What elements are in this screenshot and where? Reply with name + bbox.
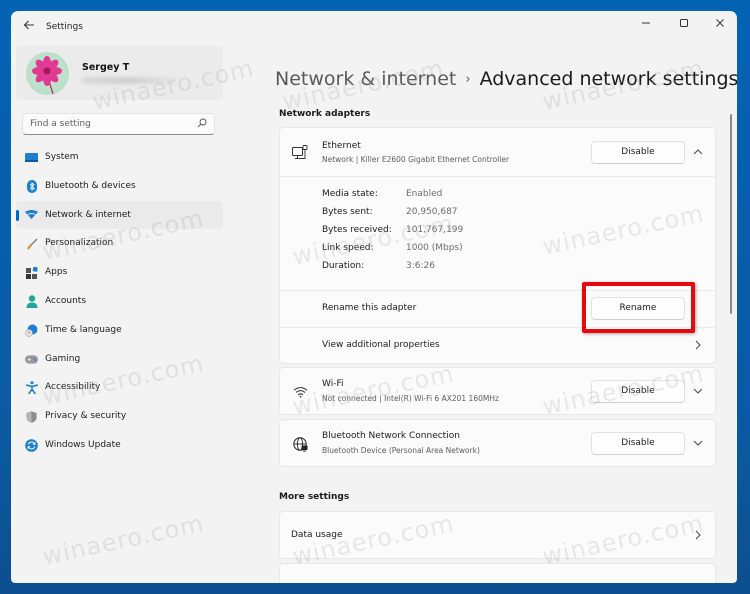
sidebar-item-label: Personalization <box>45 238 114 249</box>
globe-network-icon <box>291 435 309 453</box>
system-icon <box>25 151 38 164</box>
sidebar-item-label: Bluetooth & devices <box>45 180 136 191</box>
person-icon <box>25 295 38 308</box>
gamepad-icon <box>25 353 38 366</box>
sidebar-item-label: Gaming <box>45 353 81 364</box>
flower-avatar-image <box>32 56 62 95</box>
sidebar-item-accessibility[interactable]: Accessibility <box>16 373 223 402</box>
user-profile-card[interactable]: Sergey T <box>16 46 223 100</box>
sidebar-item-apps[interactable]: Apps <box>16 258 223 287</box>
sidebar-item-accounts[interactable]: Accounts <box>16 287 223 316</box>
rename-adapter-label: Rename this adapter <box>322 303 417 313</box>
sidebar-item-time-language[interactable]: Time & language <box>16 316 223 345</box>
brush-icon <box>25 237 38 250</box>
prop-label: Bytes received: <box>322 225 392 235</box>
wifi-disable-button[interactable]: Disable <box>591 380 685 403</box>
prop-label: Duration: <box>322 261 365 271</box>
sidebar-item-gaming[interactable]: Gaming <box>16 345 223 374</box>
profile-email-blurred <box>82 77 176 84</box>
update-icon <box>25 439 38 452</box>
chevron-right-icon <box>692 530 704 542</box>
minimize-button[interactable] <box>631 15 661 35</box>
ethernet-name: Ethernet <box>322 141 361 151</box>
scrollbar-thumb[interactable] <box>730 114 732 314</box>
section-title-more-settings: More settings <box>279 492 350 502</box>
ethernet-properties: Media state: Enabled Bytes sent: 20,950,… <box>280 177 715 291</box>
accessibility-icon <box>25 381 38 395</box>
data-usage-row[interactable]: Data usage <box>279 511 716 559</box>
bluetooth-icon <box>25 179 38 193</box>
bluetooth-disable-button[interactable]: Disable <box>591 432 685 455</box>
bluetooth-connection-name: Bluetooth Network Connection <box>322 431 460 441</box>
bluetooth-adapter-card[interactable]: Bluetooth Network Connection Bluetooth D… <box>279 419 716 467</box>
breadcrumb-separator-icon: › <box>465 72 471 87</box>
search-input[interactable]: Find a setting <box>22 113 215 135</box>
more-settings-next-row[interactable] <box>279 563 716 583</box>
sidebar-item-label: System <box>45 152 79 162</box>
rename-highlight-box <box>582 282 695 333</box>
active-indicator <box>16 209 19 221</box>
prop-value: 3:6:26 <box>406 261 435 271</box>
sidebar-item-label: Privacy & security <box>45 411 127 422</box>
sidebar-item-label: Accessibility <box>45 382 101 393</box>
chevron-down-icon[interactable] <box>692 386 704 398</box>
search-icon <box>197 118 207 131</box>
page-title: Advanced network settings <box>479 68 737 90</box>
breadcrumb-parent-link[interactable]: Network & internet <box>275 68 456 90</box>
section-title-network-adapters: Network adapters <box>279 109 371 119</box>
ethernet-disable-button[interactable]: Disable <box>591 141 685 164</box>
sidebar-item-label: Accounts <box>45 295 87 306</box>
wifi-signal-icon <box>291 383 309 401</box>
avatar <box>26 52 69 95</box>
search-placeholder: Find a setting <box>30 119 91 129</box>
prop-value: Enabled <box>406 189 443 199</box>
apps-icon <box>25 266 38 279</box>
view-additional-properties-row[interactable]: View additional properties <box>280 328 715 364</box>
title-bar: Settings <box>11 11 737 45</box>
sidebar-item-windows-update[interactable]: Windows Update <box>16 431 223 460</box>
app-title: Settings <box>46 22 83 32</box>
ethernet-description: Network | Killer E2600 Gigabit Ethernet … <box>322 155 510 164</box>
back-button[interactable] <box>21 19 37 35</box>
sidebar-item-bluetooth[interactable]: Bluetooth & devices <box>16 172 223 201</box>
breadcrumb: Network & internet › Advanced network sett… <box>275 68 737 90</box>
bluetooth-connection-description: Bluetooth Device (Personal Area Network) <box>322 446 480 455</box>
sidebar-item-personalization[interactable]: Personalization <box>16 229 223 258</box>
chevron-up-icon[interactable] <box>692 147 704 159</box>
minimize-icon <box>642 22 650 24</box>
ethernet-icon <box>291 143 309 161</box>
prop-label: Link speed: <box>322 243 374 253</box>
wifi-name: Wi-Fi <box>322 379 344 389</box>
wifi-icon <box>25 209 38 222</box>
sidebar-item-privacy[interactable]: Privacy & security <box>16 402 223 431</box>
watermark: winaero.com <box>39 509 207 571</box>
sidebar-item-system[interactable]: System <box>16 143 223 172</box>
chevron-right-icon <box>692 340 704 352</box>
prop-label: Media state: <box>322 189 378 199</box>
sidebar-item-label: Apps <box>45 267 68 278</box>
profile-name: Sergey T <box>82 62 130 73</box>
maximize-button[interactable] <box>669 15 699 35</box>
sidebar-item-label: Time & language <box>45 324 122 335</box>
chevron-down-icon[interactable] <box>692 438 704 450</box>
prop-value: 101,767,199 <box>406 225 464 235</box>
maximize-icon <box>680 19 688 27</box>
close-button[interactable] <box>705 15 735 35</box>
prop-value: 20,950,687 <box>406 207 458 217</box>
ethernet-header-row[interactable]: Ethernet Network | Killer E2600 Gigabit … <box>280 128 715 177</box>
prop-value: 1000 (Mbps) <box>406 243 463 253</box>
sidebar-item-label: Network & internet <box>45 209 131 220</box>
data-usage-label: Data usage <box>291 530 343 540</box>
close-icon <box>716 19 724 27</box>
wifi-description: Not connected | Intel(R) Wi-Fi 6 AX201 1… <box>322 394 499 403</box>
prop-label: Bytes sent: <box>322 207 373 217</box>
sidebar-item-network[interactable]: Network & internet <box>16 200 223 230</box>
sidebar-item-label: Windows Update <box>45 439 121 450</box>
wifi-adapter-card[interactable]: Wi-Fi Not connected | Intel(R) Wi-Fi 6 A… <box>279 367 716 415</box>
clock-globe-icon <box>25 324 38 337</box>
shield-icon <box>25 410 38 423</box>
arrow-left-icon <box>23 20 34 30</box>
view-additional-properties-label: View additional properties <box>322 340 440 350</box>
sidebar-nav: System Bluetooth & devices Network & int… <box>11 143 231 460</box>
